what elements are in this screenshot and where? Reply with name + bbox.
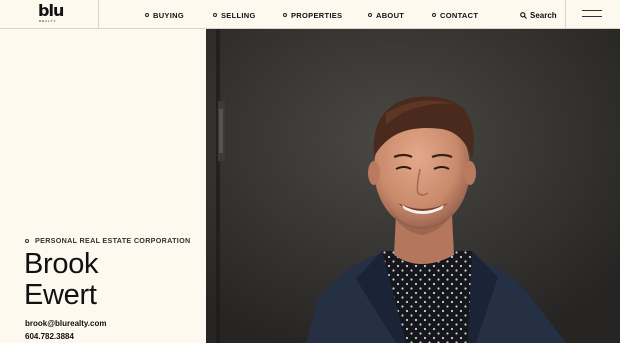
nav-label: PROPERTIES — [291, 10, 343, 20]
hamburger-menu-button[interactable] — [565, 0, 620, 29]
bullet-icon — [25, 238, 29, 243]
logo: blu — [38, 1, 64, 20]
search-icon — [520, 11, 527, 19]
agent-phone-link[interactable]: 604.782.3884 — [25, 332, 74, 341]
logo-link[interactable]: blu REALTY — [0, 0, 99, 29]
search-label: Search — [530, 10, 557, 20]
agent-photo — [206, 29, 620, 343]
search-button[interactable]: Search — [520, 9, 557, 21]
nav-bullet-icon — [283, 13, 287, 17]
nav-contact[interactable]: CONTACT — [432, 9, 478, 21]
nav-about[interactable]: ABOUT — [368, 9, 404, 21]
logo-subtext: REALTY — [39, 19, 57, 23]
hamburger-menu-icon — [582, 10, 602, 11]
nav-properties[interactable]: PROPERTIES — [283, 9, 342, 21]
nav-buying[interactable]: BUYING — [145, 9, 184, 21]
nav-label: BUYING — [153, 10, 184, 20]
nav-bullet-icon — [145, 13, 149, 17]
agent-first-name: Brook — [24, 248, 99, 280]
nav-bullet-icon — [213, 13, 217, 17]
nav-bullet-icon — [432, 13, 436, 17]
nav-selling[interactable]: SELLING — [213, 9, 256, 21]
agent-email-link[interactable]: brook@blurealty.com — [25, 319, 106, 328]
nav-label: ABOUT — [376, 10, 405, 20]
hamburger-menu-icon-line — [582, 16, 602, 17]
nav-label: CONTACT — [440, 10, 479, 20]
nav-bullet-icon — [368, 13, 372, 17]
site-header: blu REALTY BUYING SELLING PROPERTIES ABO… — [0, 0, 620, 29]
nav-label: SELLING — [221, 10, 256, 20]
agent-last-name: Ewert — [24, 279, 97, 311]
agent-portrait-illustration — [206, 29, 620, 343]
agent-title: PERSONAL REAL ESTATE CORPORATION — [25, 236, 191, 245]
agent-title-text: PERSONAL REAL ESTATE CORPORATION — [35, 236, 191, 245]
agent-name: Brook Ewert — [24, 248, 99, 311]
